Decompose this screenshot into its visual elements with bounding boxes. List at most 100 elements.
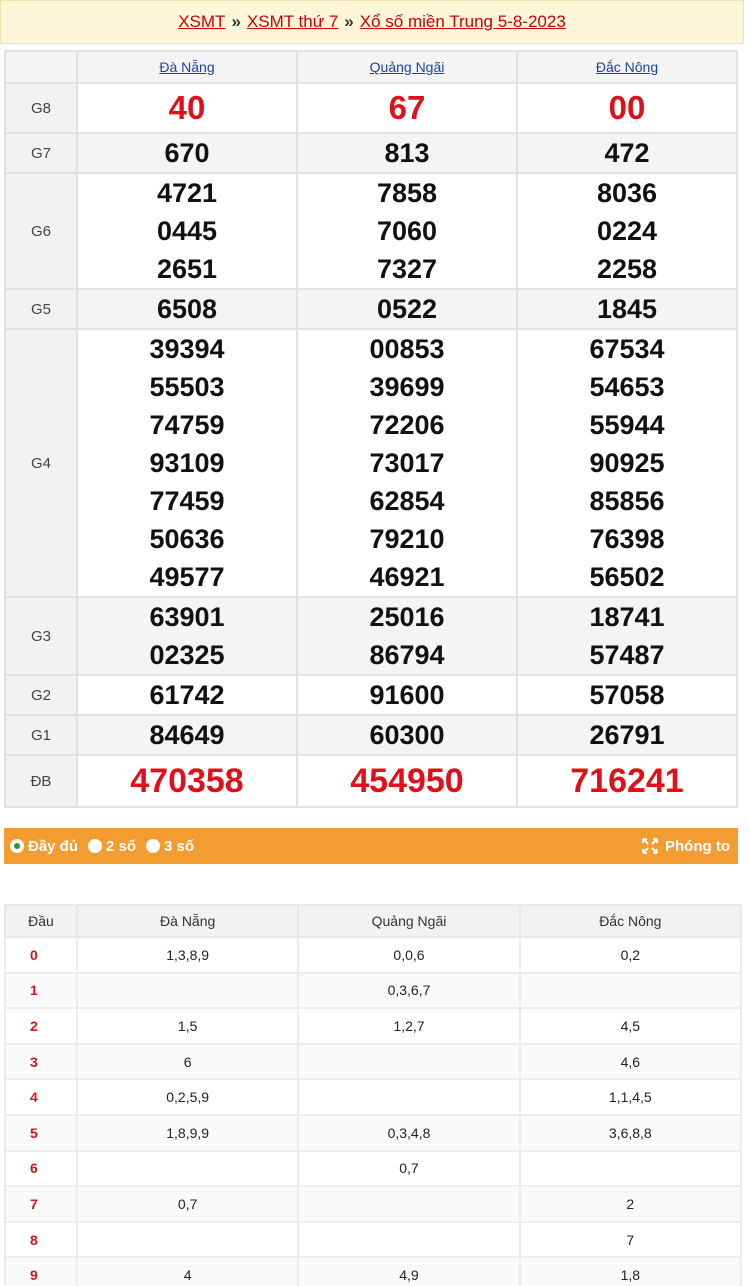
prize-label: G5 xyxy=(4,288,78,330)
province-header: Quảng Ngãi xyxy=(296,50,518,84)
prize-cell: 67534 54653 55944 90925 85856 76398 56502 xyxy=(516,328,738,598)
prize-cell: 4721 0445 2651 xyxy=(76,172,298,290)
prize-number: 40 xyxy=(168,89,206,126)
prize-cell: 00853 39699 72206 73017 62854 79210 46921 xyxy=(296,328,518,598)
breadcrumb-link-current-result[interactable]: Xổ số miền Trung 5-8-2023 xyxy=(360,12,566,32)
loto-head-digit: 8 xyxy=(4,1220,78,1259)
results-header-row: Đà Nẵng Quảng Ngãi Đắc Nông xyxy=(4,50,738,84)
prize-cell: 91600 xyxy=(296,674,518,716)
prize-cell: 1845 xyxy=(516,288,738,330)
loto-cell xyxy=(297,1220,521,1259)
prize-number: 39699 xyxy=(369,372,445,402)
loto-row: 6 0,7 xyxy=(4,1149,743,1188)
loto-head-digit: 6 xyxy=(4,1149,78,1188)
prize-number: 60300 xyxy=(369,720,445,750)
loto-row: 87 xyxy=(4,1220,743,1259)
prize-number: 63901 xyxy=(149,602,225,632)
prize-row: G8 40 67 00 xyxy=(4,82,738,134)
loto-cell: 0,7 xyxy=(75,1185,300,1223)
prize-cell: 472 xyxy=(516,132,738,174)
loto-cell: 0,2,5,9 xyxy=(75,1078,300,1116)
prize-number: 6508 xyxy=(156,294,218,324)
prize-cell: 454950 xyxy=(296,754,518,808)
loto-cell: 0,3,6,7 xyxy=(297,971,521,1010)
prize-row: ĐB 470358 454950 716241 xyxy=(4,754,738,808)
province-link-quang-ngai[interactable]: Quảng Ngãi xyxy=(370,59,445,75)
prize-cell: 813 xyxy=(296,132,518,174)
prize-number: 39394 xyxy=(149,334,225,364)
radio-icon[interactable] xyxy=(146,839,161,853)
loto-cell: 0,3,4,8 xyxy=(297,1113,521,1152)
breadcrumb-link-xsmt[interactable]: XSMT xyxy=(178,12,225,32)
prize-cell: 61742 xyxy=(76,674,298,716)
prize-number: 7858 xyxy=(376,178,438,208)
prize-cell: 63901 02325 xyxy=(76,596,298,676)
prize-cell: 00 xyxy=(516,82,738,134)
loto-header-head: Đầu xyxy=(4,904,78,938)
loto-cell: 4 xyxy=(75,1256,300,1286)
prize-number: 57487 xyxy=(589,640,665,670)
prize-number: 670 xyxy=(164,138,210,168)
prize-number: 77459 xyxy=(149,486,225,516)
prize-cell: 7858 7060 7327 xyxy=(296,172,518,290)
prize-label: G7 xyxy=(4,132,78,174)
prize-cell: 39394 55503 74759 93109 77459 50636 49577 xyxy=(76,328,298,598)
loto-cell xyxy=(297,1185,521,1223)
loto-cell: 6 xyxy=(75,1042,300,1081)
loto-cell xyxy=(518,1149,743,1188)
province-link-da-nang[interactable]: Đà Nẵng xyxy=(159,59,214,75)
prize-number: 50636 xyxy=(149,524,225,554)
loto-cell: 1,8 xyxy=(518,1256,743,1286)
prize-number: 18741 xyxy=(589,602,665,632)
option-two-digits[interactable]: 2 số xyxy=(88,838,136,855)
loto-header-da-nang: Đà Nẵng xyxy=(75,904,300,938)
prize-number: 470358 xyxy=(130,762,244,800)
loto-row: 7 0,7 2 xyxy=(4,1185,743,1223)
prize-number: 57058 xyxy=(589,680,665,710)
prize-number: 813 xyxy=(384,138,430,168)
prize-number: 61742 xyxy=(149,680,225,710)
radio-icon[interactable] xyxy=(88,839,103,853)
prize-cell: 8036 0224 2258 xyxy=(516,172,738,290)
loto-head-digit: 7 xyxy=(4,1185,78,1223)
loto-row: 5 1,8,9,9 0,3,4,8 3,6,8,8 xyxy=(4,1113,743,1152)
loto-row: 1 0,3,6,7 xyxy=(4,971,743,1010)
prize-label: G1 xyxy=(4,714,78,756)
loto-cell: 3,6,8,8 xyxy=(518,1113,743,1152)
loto-cell: 0,0,6 xyxy=(297,936,521,974)
province-link-dac-nong[interactable]: Đắc Nông xyxy=(596,59,658,75)
results-table: Đà Nẵng Quảng Ngãi Đắc Nông G8 40 67 00 G7 67… xyxy=(4,50,738,808)
zoom-button[interactable]: Phóng to xyxy=(641,837,730,855)
prize-cell: 670 xyxy=(76,132,298,174)
prize-cell: 84649 xyxy=(76,714,298,756)
loto-head-digit: 2 xyxy=(4,1007,78,1045)
option-full[interactable]: Đầy đủ xyxy=(10,838,78,855)
loto-head-digit: 0 xyxy=(4,936,78,974)
breadcrumb: XSMT » XSMT thứ 7 » Xổ số miền Trung 5-8… xyxy=(0,0,744,44)
results-header-blank xyxy=(4,50,78,84)
prize-number: 25016 xyxy=(369,602,445,632)
prize-number: 0522 xyxy=(376,294,438,324)
prize-cell: 470358 xyxy=(76,754,298,808)
prize-number: 00853 xyxy=(369,334,445,364)
breadcrumb-link-xsmt-saturday[interactable]: XSMT thứ 7 xyxy=(247,12,338,32)
loto-cell: 1,5 xyxy=(75,1007,300,1045)
prize-number: 67534 xyxy=(589,334,665,364)
prize-row: G7 670 813 472 xyxy=(4,132,738,174)
prize-row: G6 4721 0445 2651 7858 7060 7327 8036 0224 2258 xyxy=(4,172,738,290)
prize-number: 49577 xyxy=(149,562,225,592)
prize-number: 454950 xyxy=(350,762,464,800)
prize-number: 90925 xyxy=(589,448,665,478)
radio-selected-icon[interactable] xyxy=(10,839,24,853)
option-three-digits[interactable]: 3 số xyxy=(146,838,194,855)
loto-header-row: Đầu Đà Nẵng Quảng Ngãi Đắc Nông xyxy=(4,904,743,938)
loto-header-quang-ngai: Quảng Ngãi xyxy=(297,904,521,938)
prize-number: 0445 xyxy=(156,216,218,246)
loto-cell xyxy=(75,1220,300,1259)
prize-cell: 25016 86794 xyxy=(296,596,518,676)
prize-number: 73017 xyxy=(369,448,445,478)
loto-cell: 2 xyxy=(518,1185,743,1223)
prize-cell: 57058 xyxy=(516,674,738,716)
prize-number: 55503 xyxy=(149,372,225,402)
prize-label: G3 xyxy=(4,596,78,676)
